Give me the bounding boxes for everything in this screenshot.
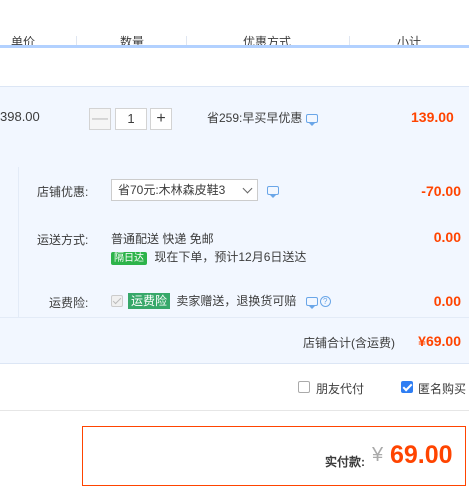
unit-price: 398.00 bbox=[0, 109, 40, 124]
shop-discount-amount: -70.00 bbox=[421, 183, 461, 199]
order-item-row: 398.00 — 1 + 省259:早买早优惠 139.00 bbox=[0, 86, 469, 168]
delivery-label: 运送方式: bbox=[37, 233, 89, 247]
currency-symbol: ¥ bbox=[372, 444, 384, 466]
shop-total-label: 店铺合计(含运费) bbox=[303, 336, 395, 350]
item-subtotal: 139.00 bbox=[411, 109, 454, 125]
help-icon[interactable]: ? bbox=[319, 296, 331, 308]
chat-icon[interactable] bbox=[267, 186, 279, 198]
pay-label: 实付款: bbox=[325, 455, 365, 469]
header-rule bbox=[0, 45, 469, 48]
chevron-down-icon bbox=[242, 183, 253, 194]
insurance-desc: 卖家赠送，退换货可赔 bbox=[176, 294, 297, 308]
shop-total-value: ¥69.00 bbox=[418, 333, 461, 349]
friend-pay-label[interactable]: 朋友代付 bbox=[316, 380, 364, 397]
quantity-input[interactable]: 1 bbox=[115, 108, 147, 130]
shop-discount-select[interactable]: 省70元:木林森皮鞋3 bbox=[111, 179, 258, 201]
insurance-checkbox[interactable] bbox=[111, 295, 123, 307]
chat-icon[interactable] bbox=[305, 297, 318, 310]
anonymous-checkbox[interactable] bbox=[401, 381, 413, 393]
delivery-eta: 现在下单，预计12月6日送达 bbox=[154, 250, 307, 264]
pay-options-row: 朋友代付 匿名购买 bbox=[0, 364, 469, 411]
delivery-method: 普通配送 快递 免邮 bbox=[111, 232, 214, 246]
pay-amount: 69.00 bbox=[390, 441, 453, 469]
anonymous-label[interactable]: 匿名购买 bbox=[418, 380, 466, 397]
payment-summary: 实付款: ¥ 69.00 bbox=[82, 426, 466, 486]
decrease-button[interactable]: — bbox=[89, 108, 111, 130]
chat-icon[interactable] bbox=[306, 114, 319, 127]
promo-info: 省259:早买早优惠 bbox=[207, 109, 319, 127]
insurance-badge: 运费险 bbox=[128, 293, 171, 309]
insurance-amount: 0.00 bbox=[433, 293, 461, 309]
table-header: 单价 数量 优惠方式 小计 bbox=[0, 0, 469, 49]
increase-button[interactable]: + bbox=[150, 108, 172, 130]
delivery-amount: 0.00 bbox=[433, 229, 461, 245]
divider-line bbox=[0, 317, 469, 318]
insurance-label: 运费险: bbox=[49, 296, 89, 310]
insurance-info: 运费险 卖家赠送，退换货可赔 ? bbox=[128, 292, 331, 310]
shop-options: 店铺优惠: 省70元:木林森皮鞋3 -70.00 运送方式: 普通配送 快递 免… bbox=[0, 167, 469, 364]
delivery-eta-row: 隔日达 现在下单，预计12月6日送达 bbox=[111, 248, 306, 265]
shop-discount-value: 省70元:木林森皮鞋3 bbox=[118, 183, 226, 197]
divider-line bbox=[18, 167, 19, 317]
friend-pay-checkbox[interactable] bbox=[298, 381, 310, 393]
promo-text: 省259:早买早优惠 bbox=[207, 111, 303, 125]
next-day-badge: 隔日达 bbox=[111, 252, 147, 265]
shop-discount-label: 店铺优惠: bbox=[37, 185, 89, 199]
